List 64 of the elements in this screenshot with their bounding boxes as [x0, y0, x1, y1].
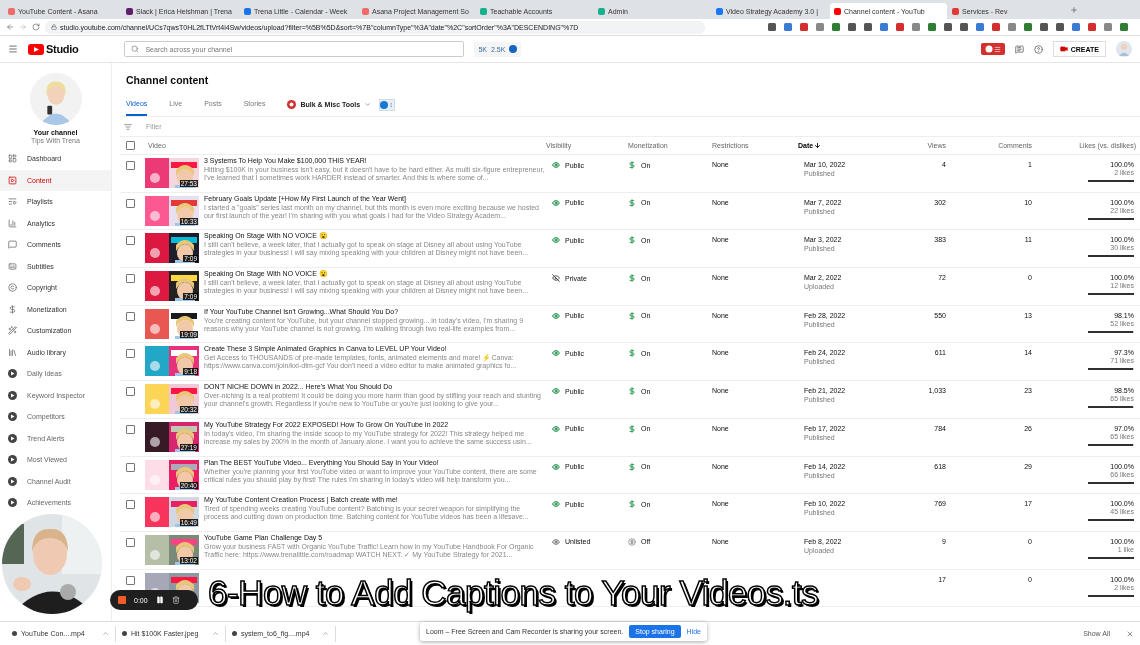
dashboard-icon — [8, 154, 17, 164]
extension-button[interactable] — [379, 98, 396, 111]
dollar-icon — [8, 304, 17, 314]
checkbox[interactable] — [126, 349, 135, 359]
checkbox[interactable] — [126, 537, 135, 547]
list-icon — [993, 45, 1001, 53]
comment-icon — [8, 240, 17, 250]
file-icon — [122, 631, 127, 636]
play-logo-icon — [28, 43, 44, 55]
caret-icon — [212, 630, 219, 637]
extension-icon — [509, 45, 518, 53]
close-icon[interactable] — [1126, 629, 1134, 638]
video-camera-icon — [1059, 45, 1068, 53]
play-icon — [8, 175, 17, 185]
chart-icon — [8, 218, 17, 228]
extension-icon — [8, 455, 17, 465]
caret-icon — [102, 630, 109, 637]
sort-arrow-icon — [814, 142, 822, 149]
playlist-icon — [8, 197, 17, 207]
extension-button[interactable] — [980, 43, 1005, 55]
reload-icon[interactable] — [32, 23, 40, 31]
checkbox[interactable] — [126, 236, 135, 246]
menu-icon[interactable] — [8, 44, 18, 54]
logo-text: Studio — [46, 43, 79, 55]
checkbox[interactable] — [126, 274, 135, 284]
new-tab-icon[interactable] — [1070, 5, 1078, 14]
wand-icon — [8, 326, 17, 336]
caption-overlay: 6-How to Add Captions to Your Videos.ts — [208, 573, 819, 613]
extension-icon — [8, 476, 17, 486]
back-icon[interactable] — [6, 23, 14, 31]
help-icon[interactable] — [1033, 44, 1043, 54]
extension-icon — [8, 412, 17, 422]
file-icon — [12, 631, 17, 636]
page-title: Channel content — [125, 73, 210, 88]
checkbox[interactable] — [126, 198, 135, 208]
pause-icon[interactable] — [155, 596, 164, 604]
caret-icon — [364, 101, 372, 108]
lock-icon — [51, 24, 57, 30]
trash-icon[interactable] — [171, 596, 180, 604]
checkbox[interactable] — [126, 424, 135, 434]
checkbox[interactable] — [126, 500, 135, 510]
copyright-icon — [8, 283, 17, 293]
file-icon — [232, 631, 237, 636]
checkbox[interactable] — [126, 387, 135, 397]
checkbox[interactable] — [126, 311, 135, 321]
feedback-icon[interactable] — [1014, 44, 1024, 54]
more-icon — [388, 101, 395, 108]
checkbox[interactable] — [126, 141, 135, 150]
subtitles-icon — [8, 261, 17, 271]
search-icon — [131, 45, 140, 53]
circle-icon — [984, 45, 993, 53]
caret-icon — [322, 630, 329, 637]
checkbox[interactable] — [126, 575, 135, 585]
extension-icon — [8, 433, 17, 443]
extension-icon — [8, 390, 17, 400]
checkbox[interactable] — [126, 161, 135, 170]
library-icon — [8, 347, 17, 357]
filter-icon[interactable] — [124, 122, 132, 131]
checkbox[interactable] — [126, 462, 135, 472]
studio-logo[interactable]: Studio — [28, 43, 79, 55]
extension-icon — [8, 369, 17, 379]
circle-icon — [380, 100, 389, 109]
tools-icon — [287, 100, 297, 109]
extension-icon — [8, 498, 17, 508]
